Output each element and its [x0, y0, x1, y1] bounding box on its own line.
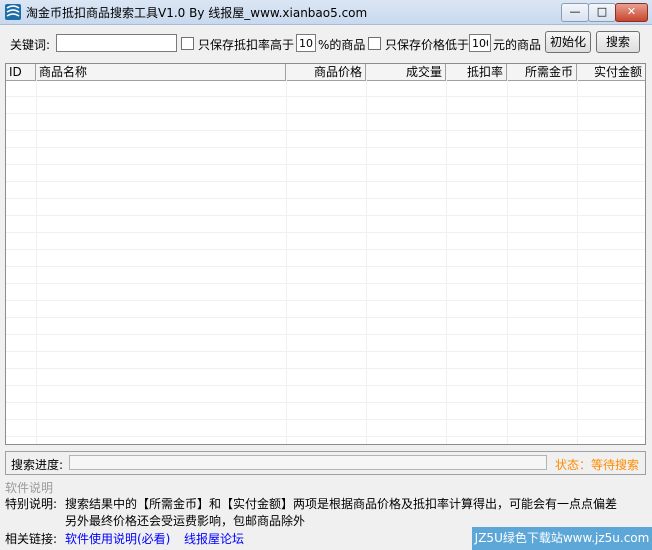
progress-label: 搜索进度:	[11, 458, 64, 472]
manual-link[interactable]: 软件使用说明(必看)	[65, 530, 170, 547]
maximize-button[interactable]: □	[588, 3, 616, 22]
minimize-button[interactable]: —	[561, 3, 589, 22]
search-toolbar: 关键词: 只保存抵扣率高于 %的商品 只保存价格低于 元的商品 初始化 搜索	[0, 30, 652, 58]
price-input[interactable]	[469, 34, 491, 52]
col-coins-needed[interactable]: 所需金币	[507, 64, 577, 80]
results-table[interactable]: ID 商品名称 商品价格 成交量 抵扣率 所需金币 实付金额	[5, 63, 646, 445]
table-header: ID 商品名称 商品价格 成交量 抵扣率 所需金币 实付金额	[6, 64, 645, 81]
col-sales[interactable]: 成交量	[366, 64, 446, 80]
col-id[interactable]: ID	[6, 64, 36, 80]
col-price[interactable]: 商品价格	[286, 64, 366, 80]
table-body	[6, 80, 645, 444]
max-price-checkbox[interactable]	[368, 37, 381, 50]
links-label: 相关链接:	[5, 532, 58, 546]
forum-link[interactable]: 线报屋论坛	[184, 530, 244, 547]
max-price-label: 只保存价格低于	[385, 38, 470, 52]
price-suffix-label: 元的商品	[493, 38, 542, 52]
info-section-title: 软件说明	[5, 481, 54, 495]
app-logo-icon	[5, 4, 21, 20]
site-watermark: JZ5U绿色下载站www.jz5u.com	[472, 527, 652, 550]
special-note-line2: 另外最终价格还会受运费影响，包邮商品除外	[65, 514, 306, 528]
special-note-label: 特别说明:	[5, 497, 58, 511]
search-progress-bar	[69, 455, 547, 470]
close-button[interactable]: ✕	[615, 3, 648, 22]
special-note-line1: 搜索结果中的【所需金币】和【实付金额】两项是根据商品价格及抵扣率计算得出，可能会…	[65, 497, 618, 511]
col-paid-amount[interactable]: 实付金额	[577, 64, 645, 80]
init-button[interactable]: 初始化	[545, 31, 591, 53]
min-rate-checkbox[interactable]	[181, 37, 194, 50]
keyword-label: 关键词:	[10, 38, 51, 52]
search-button[interactable]: 搜索	[596, 31, 640, 53]
window-title: 淘金币抵扣商品搜索工具V1.0 By 线报屋_www.xianbao5.com	[26, 6, 368, 20]
grid-lines-svg	[6, 80, 645, 444]
col-name[interactable]: 商品名称	[36, 64, 286, 80]
title-bar: 淘金币抵扣商品搜索工具V1.0 By 线报屋_www.xianbao5.com …	[0, 0, 652, 25]
rate-suffix-label: %的商品	[318, 38, 366, 52]
status-text: 状态：等待搜索	[554, 458, 639, 472]
col-discount-rate[interactable]: 抵扣率	[446, 64, 507, 80]
keyword-input[interactable]	[56, 34, 177, 52]
rate-input[interactable]	[296, 34, 316, 52]
progress-panel: 搜索进度: 状态：等待搜索	[5, 451, 646, 475]
min-rate-label: 只保存抵扣率高于	[198, 38, 295, 52]
